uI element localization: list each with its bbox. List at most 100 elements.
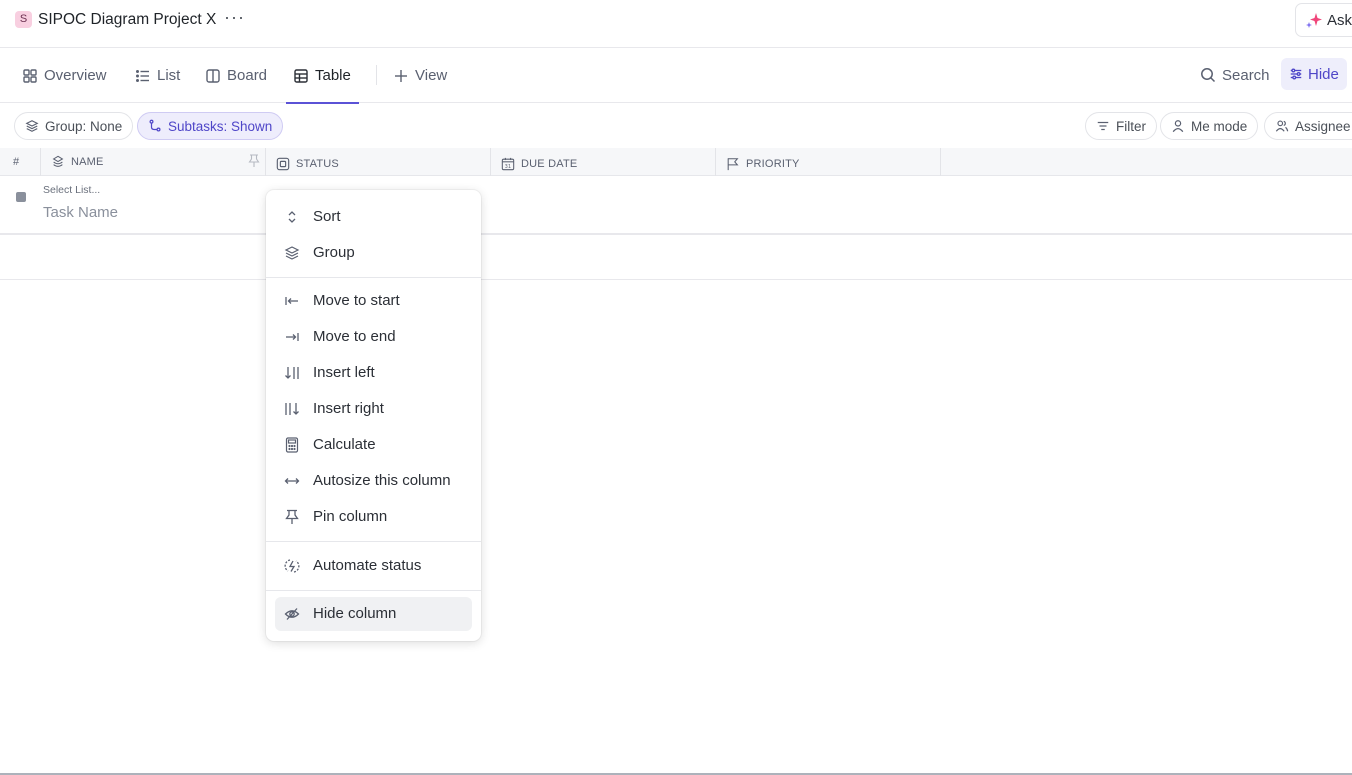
menu-item-move-to-start[interactable]: Move to start [275, 284, 472, 318]
column-resize-handle[interactable] [40, 148, 41, 176]
tab-table[interactable]: Table [286, 48, 359, 104]
move-to-end-icon [284, 329, 300, 345]
sparkle-icon [1306, 13, 1322, 28]
sliders-icon [1290, 68, 1302, 80]
views-divider [376, 65, 377, 85]
menu-item-label: Hide column [313, 605, 397, 622]
ask-label: Ask [1327, 12, 1352, 29]
menu-item-label: Autosize this column [313, 472, 451, 489]
tab-board[interactable]: Board [205, 48, 267, 103]
menu-item-hide-column[interactable]: Hide column [275, 597, 472, 631]
menu-item-label: Insert right [313, 400, 384, 417]
calculator-icon [284, 437, 300, 453]
assignee-label: Assignee [1295, 118, 1351, 134]
ask-ai-button[interactable]: Ask [1295, 3, 1352, 37]
filter-label: Filter [1116, 118, 1146, 134]
menu-item-label: Sort [313, 208, 341, 225]
menu-item-autosize[interactable]: Autosize this column [275, 464, 472, 498]
column-resize-handle[interactable] [490, 148, 491, 176]
add-view-button[interactable]: View [393, 48, 447, 103]
layers-icon [25, 120, 39, 132]
svg-text:31: 31 [505, 164, 511, 170]
me-mode-chip[interactable]: Me mode [1160, 112, 1259, 140]
task-name-input[interactable] [43, 204, 243, 221]
table-row-empty [0, 237, 1352, 280]
views-bar: Overview List Board Table View Search Hi… [0, 48, 1352, 104]
menu-item-label: Move to start [313, 292, 400, 309]
autosize-icon [284, 473, 300, 489]
search-icon [1201, 68, 1216, 83]
board-icon [206, 68, 220, 83]
column-header-priority[interactable]: PRIORITY [726, 150, 800, 178]
menu-item-insert-left[interactable]: Insert left [275, 356, 472, 390]
pin-icon[interactable] [248, 154, 260, 168]
menu-item-label: Automate status [313, 557, 422, 574]
subtask-icon [149, 119, 161, 132]
top-header: S SIPOC Diagram Project X ··· Ask [0, 0, 1352, 48]
sort-icon [284, 209, 300, 225]
tab-label: Overview [44, 67, 107, 84]
menu-item-automate-status[interactable]: Automate status [275, 549, 472, 583]
menu-item-label: Pin column [313, 508, 388, 525]
column-resize-handle[interactable] [940, 148, 941, 176]
column-header-status[interactable]: STATUS [276, 150, 339, 178]
search-button[interactable]: Search [1200, 58, 1270, 92]
select-list-dropdown[interactable]: Select List... [43, 184, 100, 196]
users-icon [1275, 120, 1289, 132]
filter-icon [1097, 121, 1109, 131]
hide-button[interactable]: Hide [1281, 58, 1347, 90]
plus-icon [395, 69, 407, 82]
insert-left-icon [284, 365, 300, 381]
filter-chip[interactable]: Filter [1085, 112, 1157, 140]
tab-label: List [157, 67, 181, 84]
assignee-chip[interactable]: Assignee [1264, 112, 1352, 140]
tab-label: Table [315, 67, 351, 84]
subtasks-chip[interactable]: Subtasks: Shown [137, 112, 284, 140]
menu-divider [266, 590, 481, 591]
group-by-label: Group: None [45, 118, 123, 134]
menu-item-label: Group [313, 244, 355, 261]
tab-label: Board [227, 67, 268, 84]
subtasks-label: Subtasks: Shown [168, 118, 273, 134]
eye-off-icon [284, 606, 300, 622]
column-resize-handle[interactable] [715, 148, 716, 176]
column-header-index: # [13, 148, 19, 176]
user-icon [1172, 120, 1184, 133]
group-by-chip[interactable]: Group: None [14, 112, 134, 140]
tab-list[interactable]: List [135, 48, 180, 103]
hide-label: Hide [1308, 65, 1339, 83]
menu-item-sort[interactable]: Sort [275, 200, 472, 234]
column-label: DUE DATE [521, 158, 578, 170]
overview-grid-icon [23, 68, 37, 83]
tab-overview[interactable]: Overview [22, 48, 107, 103]
table-icon [294, 68, 308, 83]
column-context-menu: Sort Group Move to start Move to end Ins… [266, 190, 481, 641]
status-dot[interactable] [16, 192, 26, 202]
column-label: PRIORITY [746, 158, 800, 170]
flag-icon [727, 158, 739, 171]
menu-divider [266, 277, 481, 278]
menu-item-calculate[interactable]: Calculate [275, 428, 472, 462]
column-header-name[interactable]: NAME [51, 148, 104, 176]
project-title[interactable]: SIPOC Diagram Project X [38, 11, 216, 29]
status-square-icon [276, 157, 290, 171]
column-resize-handle[interactable] [265, 148, 266, 176]
project-more-button[interactable]: ··· [224, 7, 245, 28]
column-label: NAME [71, 156, 104, 168]
menu-item-group[interactable]: Group [275, 236, 472, 270]
column-header-due-date[interactable]: 31 DUE DATE [501, 150, 577, 178]
add-view-label: View [415, 67, 448, 84]
menu-item-label: Move to end [313, 328, 396, 345]
search-label: Search [1222, 66, 1270, 84]
name-stack-icon [52, 155, 64, 167]
layers-icon [284, 245, 300, 261]
menu-item-move-to-end[interactable]: Move to end [275, 320, 472, 354]
pin-icon [284, 509, 300, 525]
menu-item-pin-column[interactable]: Pin column [275, 500, 472, 534]
menu-item-label: Calculate [313, 436, 376, 453]
move-to-start-icon [284, 293, 300, 309]
insert-right-icon [284, 401, 300, 417]
menu-item-insert-right[interactable]: Insert right [275, 392, 472, 426]
column-label: # [13, 156, 20, 168]
calendar-icon: 31 [501, 157, 515, 171]
